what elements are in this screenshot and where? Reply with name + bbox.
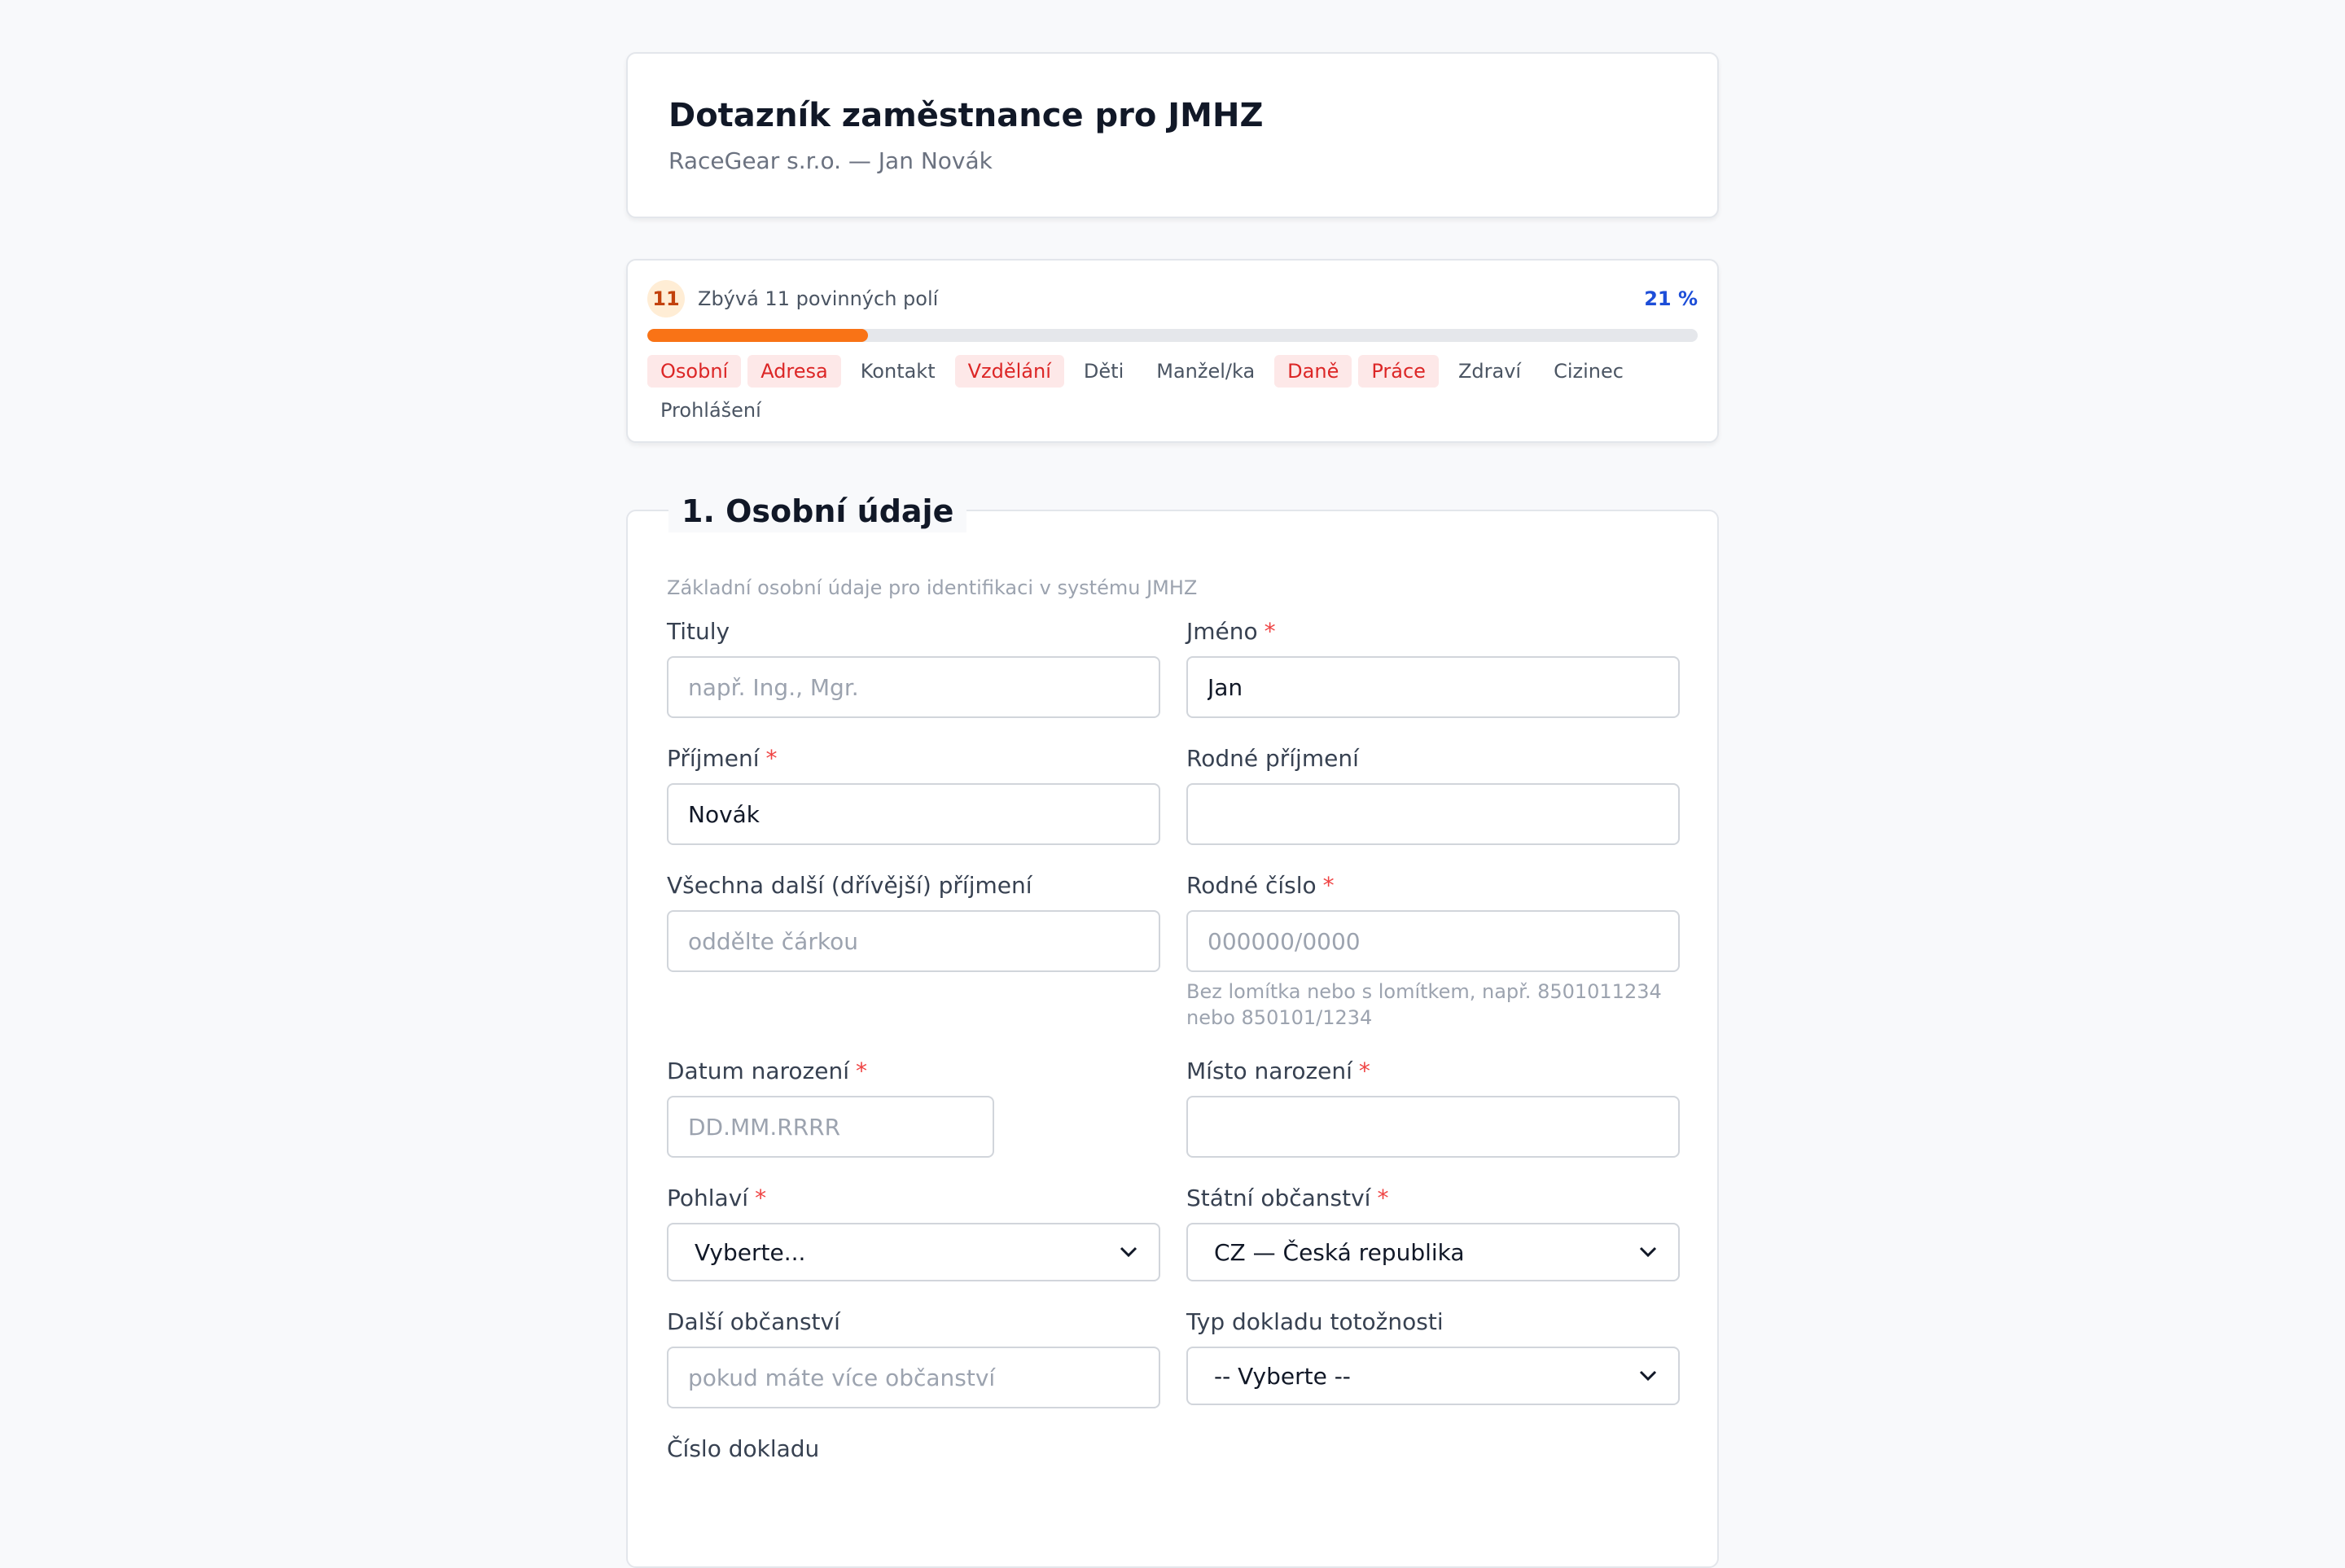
field-rodne-cislo: Rodné číslo* Bez lomítka nebo s lomítkem…	[1186, 871, 1680, 1031]
rodne-cislo-input[interactable]	[1186, 910, 1680, 972]
tab-dane[interactable]: Daně	[1274, 355, 1352, 388]
field-label: Rodné příjmení	[1186, 745, 1359, 772]
dalsi-obcanstvi-input[interactable]	[667, 1347, 1160, 1408]
required-mark: *	[765, 745, 778, 772]
chevron-down-icon	[1120, 1246, 1137, 1258]
pohlavi-select[interactable]: Vyberte...	[667, 1223, 1160, 1281]
field-obcanstvi: Státní občanství * CZ — Česká republika	[1186, 1184, 1680, 1281]
field-prijmeni: Příjmení *	[667, 744, 1160, 845]
required-mark: *	[1322, 872, 1335, 899]
progress-bar-fill	[647, 329, 868, 342]
field-label: Příjmení *	[667, 745, 778, 772]
jmeno-input[interactable]	[1186, 656, 1680, 718]
select-value: Vyberte...	[695, 1238, 806, 1266]
progress-header: 11 Zbývá 11 povinných polí 21 %	[647, 280, 1698, 318]
field-label: Další občanství	[667, 1308, 840, 1335]
field-misto-narozeni: Místo narození *	[1186, 1057, 1680, 1158]
required-mark: *	[856, 1058, 867, 1084]
required-mark: *	[755, 1185, 767, 1211]
tab-prohlaseni[interactable]: Prohlášení	[647, 394, 774, 427]
tab-adresa[interactable]: Adresa	[747, 355, 841, 388]
section-title: 1. Osobní údaje	[668, 490, 967, 532]
progress-percent: 21 %	[1644, 287, 1698, 310]
tab-kontakt[interactable]: Kontakt	[848, 355, 949, 388]
field-label: Tituly	[667, 618, 730, 645]
form-grid: Tituly Jméno* Příjmení* Rodné příjmení V	[667, 617, 1680, 1500]
tab-osobni[interactable]: Osobní	[647, 355, 742, 388]
field-label: Rodné číslo *	[1186, 872, 1335, 899]
progress-card: 11 Zbývá 11 povinných polí 21 % Osobní Ad…	[626, 259, 1719, 443]
field-cislo-dokladu: Číslo dokladu	[667, 1434, 1160, 1474]
datum-narozeni-input[interactable]	[667, 1096, 994, 1158]
select-value: -- Vyberte --	[1214, 1362, 1351, 1390]
field-label: Datum narození *	[667, 1058, 867, 1084]
page-container: Dotazník zaměstnance pro JMHZ RaceGear s…	[626, 52, 1719, 1568]
prijmeni-input[interactable]	[667, 783, 1160, 845]
tab-deti[interactable]: Děti	[1071, 355, 1137, 388]
field-jmeno: Jméno *	[1186, 617, 1680, 718]
field-label: Pohlaví *	[667, 1185, 767, 1211]
typ-dokladu-select[interactable]: -- Vyberte --	[1186, 1347, 1680, 1405]
rodne-cislo-hint: Bez lomítka nebo s lomítkem, např. 85010…	[1186, 980, 1662, 1029]
field-dalsi-prijmeni: Všechna další (dřívější) příjmení	[667, 871, 1160, 1031]
field-label: Místo narození *	[1186, 1058, 1370, 1084]
page-title: Dotazník zaměstnance pro JMHZ	[668, 97, 1264, 134]
misto-narozeni-input[interactable]	[1186, 1096, 1680, 1158]
tab-cizinec[interactable]: Cizinec	[1541, 355, 1637, 388]
field-tituly: Tituly	[667, 617, 1160, 718]
field-label: Typ dokladu totožnosti	[1186, 1308, 1444, 1335]
required-mark: *	[1358, 1058, 1370, 1084]
section-description: Základní osobní údaje pro identifikaci v…	[667, 576, 1198, 599]
tab-zdravi[interactable]: Zdraví	[1445, 355, 1534, 388]
required-mark: *	[1264, 618, 1276, 645]
section-tabs: Osobní Adresa Kontakt Vzdělání Děti Manžel/ka…	[647, 355, 1698, 433]
required-mark: *	[1377, 1185, 1389, 1211]
tituly-input[interactable]	[667, 656, 1160, 718]
tab-vzdelani[interactable]: Vzdělání	[954, 355, 1064, 388]
chevron-down-icon	[1639, 1370, 1657, 1382]
select-value: CZ — Česká republika	[1214, 1238, 1465, 1266]
rodne-prijmeni-input[interactable]	[1186, 783, 1680, 845]
tab-prace[interactable]: Práce	[1358, 355, 1439, 388]
field-datum-narozeni: Datum narození *	[667, 1057, 1160, 1158]
page-subtitle: RaceGear s.r.o. — Jan Novák	[668, 147, 993, 174]
remaining-fields-text: Zbývá 11 povinných polí	[698, 287, 939, 310]
field-label: Číslo dokladu	[667, 1435, 820, 1462]
field-rodne-prijmeni: Rodné příjmení	[1186, 744, 1680, 845]
remaining-count-badge: 11	[647, 280, 685, 318]
field-typ-dokladu: Typ dokladu totožnosti -- Vyberte --	[1186, 1307, 1680, 1408]
header-card: Dotazník zaměstnance pro JMHZ RaceGear s…	[626, 52, 1719, 218]
field-dalsi-obcanstvi: Další občanství	[667, 1307, 1160, 1408]
field-label: Státní občanství *	[1186, 1185, 1389, 1211]
dalsi-prijmeni-input[interactable]	[667, 910, 1160, 972]
field-label: Všechna další (dřívější) příjmení	[667, 872, 1032, 899]
chevron-down-icon	[1639, 1246, 1657, 1258]
progress-bar	[647, 329, 1698, 342]
obcanstvi-select[interactable]: CZ — Česká republika	[1186, 1223, 1680, 1281]
section-personal: 1. Osobní údaje Základní osobní údaje pr…	[626, 490, 1719, 1568]
field-label: Jméno *	[1186, 618, 1276, 645]
tab-manzel-ka[interactable]: Manžel/ka	[1143, 355, 1268, 388]
field-pohlavi: Pohlaví * Vyberte...	[667, 1184, 1160, 1281]
